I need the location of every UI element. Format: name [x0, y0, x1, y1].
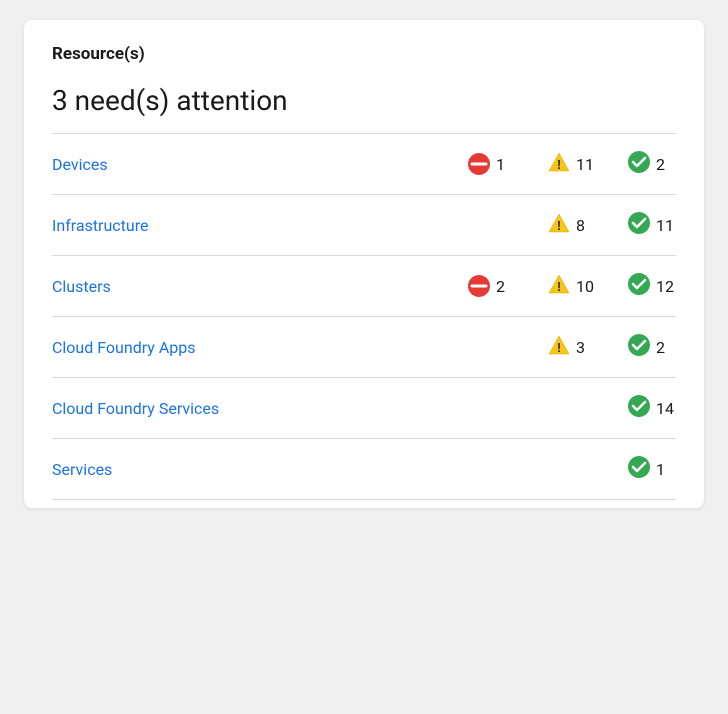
status-groups: 14	[436, 394, 676, 422]
table-row: Services 1	[52, 439, 676, 500]
resource-name[interactable]: Clusters	[52, 277, 272, 296]
warning-icon: !	[547, 211, 571, 239]
ok-status-group: 2	[596, 150, 676, 178]
resource-name[interactable]: Cloud Foundry Apps	[52, 338, 272, 357]
ok-count: 12	[656, 277, 676, 296]
warning-status-group: ! 11	[516, 150, 596, 178]
warning-icon: !	[547, 272, 571, 300]
warning-status-group: ! 10	[516, 272, 596, 300]
ok-status-group: 2	[596, 333, 676, 361]
ok-status-group: 11	[596, 211, 676, 239]
svg-text:!: !	[557, 157, 561, 172]
ok-icon	[627, 272, 651, 300]
ok-icon	[627, 150, 651, 178]
attention-heading: 3 need(s) attention	[52, 84, 676, 117]
warning-icon: !	[547, 333, 571, 361]
table-row: Devices 1 ! 11 2	[52, 134, 676, 195]
resource-rows: Devices 1 ! 11 2Infrastructure ! 8 11Clu…	[52, 134, 676, 500]
warning-count: 8	[576, 216, 596, 235]
resource-name[interactable]: Devices	[52, 155, 272, 174]
ok-status-group: 1	[596, 455, 676, 483]
ok-icon	[627, 455, 651, 483]
ok-count: 2	[656, 155, 676, 174]
svg-text:!: !	[557, 340, 561, 355]
table-row: Cloud Foundry Services 14	[52, 378, 676, 439]
warning-count: 11	[576, 155, 596, 174]
ok-status-group: 12	[596, 272, 676, 300]
ok-icon	[627, 333, 651, 361]
status-groups: ! 8 11	[436, 211, 676, 239]
resource-name[interactable]: Services	[52, 460, 272, 479]
table-row: Cloud Foundry Apps ! 3 2	[52, 317, 676, 378]
resources-card: Resource(s) 3 need(s) attention Devices …	[24, 20, 704, 508]
ok-status-group: 14	[596, 394, 676, 422]
blocked-icon	[467, 152, 491, 176]
ok-count: 1	[656, 460, 676, 479]
ok-count: 2	[656, 338, 676, 357]
card-title: Resource(s)	[52, 44, 676, 64]
blocked-icon	[467, 274, 491, 298]
table-row: Infrastructure ! 8 11	[52, 195, 676, 256]
svg-text:!: !	[557, 218, 561, 233]
blocked-count: 1	[496, 155, 516, 174]
warning-count: 3	[576, 338, 596, 357]
status-groups: 1 ! 11 2	[436, 150, 676, 178]
status-groups: 1	[436, 455, 676, 483]
warning-status-group: ! 8	[516, 211, 596, 239]
blocked-status-group: 2	[436, 274, 516, 298]
warning-status-group: ! 3	[516, 333, 596, 361]
blocked-count: 2	[496, 277, 516, 296]
ok-icon	[627, 394, 651, 422]
status-groups: ! 3 2	[436, 333, 676, 361]
resource-name[interactable]: Cloud Foundry Services	[52, 399, 272, 418]
ok-count: 11	[656, 216, 676, 235]
warning-count: 10	[576, 277, 596, 296]
warning-icon: !	[547, 150, 571, 178]
table-row: Clusters 2 ! 10 12	[52, 256, 676, 317]
svg-text:!: !	[557, 279, 561, 294]
blocked-status-group: 1	[436, 152, 516, 176]
ok-icon	[627, 211, 651, 239]
resource-name[interactable]: Infrastructure	[52, 216, 272, 235]
ok-count: 14	[656, 399, 676, 418]
status-groups: 2 ! 10 12	[436, 272, 676, 300]
